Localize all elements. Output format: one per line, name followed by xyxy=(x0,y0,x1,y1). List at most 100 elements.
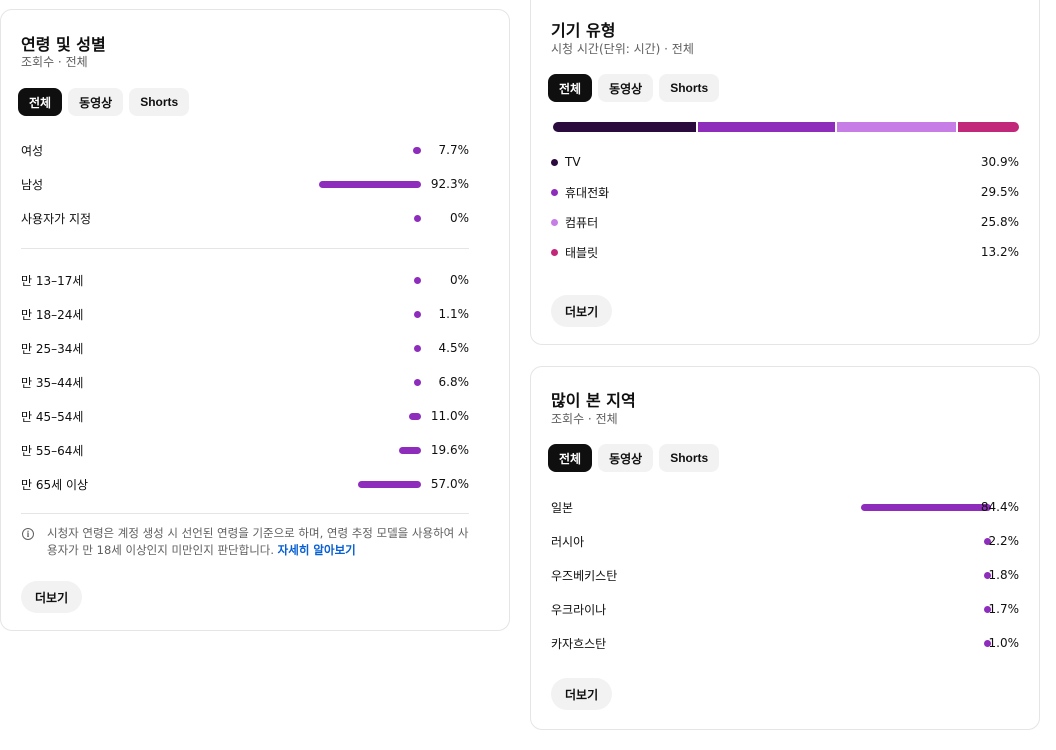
device-legend-row: TV 30.9% xyxy=(551,152,1019,172)
divider xyxy=(21,248,469,249)
list-row: 만 35–44세 6.8% xyxy=(21,372,469,392)
device-filter-chips: 전체 동영상 Shorts xyxy=(548,74,720,102)
chip-videos[interactable]: 동영상 xyxy=(68,88,124,116)
age-gender-title: 연령 및 성별 xyxy=(21,35,106,54)
row-value: 84.4% xyxy=(980,500,1019,514)
device-share-segment xyxy=(697,122,835,132)
region-more-button[interactable]: 더보기 xyxy=(551,678,613,710)
row-bar xyxy=(413,378,421,386)
list-row: 만 45–54세 11.0% xyxy=(21,406,469,426)
region-title: 많이 본 지역 xyxy=(551,391,636,410)
list-row: 만 18–24세 1.1% xyxy=(21,304,469,324)
device-type-card: 기기 유형 시청 시간(단위: 시간) · 전체 전체 동영상 Shorts T… xyxy=(530,0,1040,345)
list-row: 우크라이나 1.7% xyxy=(551,599,1019,619)
chip-all[interactable]: 전체 xyxy=(18,88,63,116)
chip-all-label: 전체 xyxy=(559,81,582,96)
list-row: 카자흐스탄 1.0% xyxy=(551,633,1019,653)
row-bar xyxy=(414,276,421,284)
row-label: 만 35–44세 xyxy=(21,375,84,390)
chip-shorts-label: Shorts xyxy=(140,95,179,109)
legend-dot-icon xyxy=(551,218,558,226)
device-label: TV xyxy=(565,155,581,169)
device-subtitle: 시청 시간(단위: 시간) · 전체 xyxy=(551,42,694,56)
chip-videos-label: 동영상 xyxy=(79,95,113,110)
row-bar xyxy=(414,214,421,222)
row-value: 0% xyxy=(449,273,469,287)
row-value: 19.6% xyxy=(430,443,469,457)
legend-dot-icon xyxy=(551,158,558,166)
row-label: 만 65세 이상 xyxy=(21,477,89,492)
row-label: 만 45–54세 xyxy=(21,409,84,424)
row-bar xyxy=(358,480,421,488)
row-value: 57.0% xyxy=(430,477,469,491)
list-row: 일본 84.4% xyxy=(551,497,1019,517)
chip-all-label: 전체 xyxy=(559,451,582,466)
chip-shorts[interactable]: Shorts xyxy=(659,74,720,102)
row-value: 1.8% xyxy=(988,568,1020,582)
row-label: 우즈베키스탄 xyxy=(551,568,618,583)
row-label: 만 18–24세 xyxy=(21,307,84,322)
row-bar xyxy=(414,310,421,318)
list-row: 러시아 2.2% xyxy=(551,531,1019,551)
device-value: 30.9% xyxy=(980,155,1019,169)
list-row: 우즈베키스탄 1.8% xyxy=(551,565,1019,585)
row-label: 카자흐스탄 xyxy=(551,636,607,651)
learn-more-link[interactable]: 자세히 알아보기 xyxy=(278,543,356,557)
device-value: 25.8% xyxy=(980,215,1019,229)
row-value: 92.3% xyxy=(430,177,469,191)
list-row: 여성 7.7% xyxy=(21,140,469,160)
chip-all[interactable]: 전체 xyxy=(548,74,593,102)
chip-shorts-label: Shorts xyxy=(670,451,709,465)
list-row: 만 55–64세 19.6% xyxy=(21,440,469,460)
chip-videos[interactable]: 동영상 xyxy=(598,444,654,472)
age-gender-card: 연령 및 성별 조회수 · 전체 전체 동영상 Shorts 여성 7.7% 남성 9… xyxy=(0,9,510,631)
info-icon: i xyxy=(22,528,34,540)
row-label: 만 25–34세 xyxy=(21,341,84,356)
device-share-segment xyxy=(957,122,1019,132)
row-bar xyxy=(319,180,421,188)
device-share-bar xyxy=(553,122,1019,132)
row-label: 남성 xyxy=(21,177,44,192)
chip-shorts[interactable]: Shorts xyxy=(659,444,720,472)
row-bar xyxy=(412,146,421,154)
list-row: 만 13–17세 0% xyxy=(21,270,469,290)
device-legend-row: 컴퓨터 25.8% xyxy=(551,212,1019,232)
chip-all[interactable]: 전체 xyxy=(548,444,593,472)
row-value: 6.8% xyxy=(438,375,470,389)
chip-all-label: 전체 xyxy=(29,95,52,110)
list-row: 남성 92.3% xyxy=(21,174,469,194)
list-row: 만 65세 이상 57.0% xyxy=(21,474,469,494)
device-title: 기기 유형 xyxy=(551,21,616,40)
row-value: 2.2% xyxy=(988,534,1020,548)
row-label: 일본 xyxy=(551,500,574,515)
row-value: 4.5% xyxy=(438,341,470,355)
row-value: 7.7% xyxy=(438,143,470,157)
row-bar xyxy=(861,503,991,511)
device-value: 13.2% xyxy=(980,245,1019,259)
region-filter-chips: 전체 동영상 Shorts xyxy=(548,444,720,472)
age-note-text: 시청자 연령은 계정 생성 시 선언된 연령을 기준으로 하며, 연령 추정 모… xyxy=(47,526,469,557)
device-legend-row: 휴대전화 29.5% xyxy=(551,182,1019,202)
chip-videos[interactable]: 동영상 xyxy=(598,74,654,102)
chip-videos-label: 동영상 xyxy=(609,81,643,96)
age-gender-filter-chips: 전체 동영상 Shorts xyxy=(18,88,190,116)
age-note: 시청자 연령은 계정 생성 시 선언된 연령을 기준으로 하며, 연령 추정 모… xyxy=(47,525,472,559)
device-legend-row: 태블릿 13.2% xyxy=(551,242,1019,262)
chip-videos-label: 동영상 xyxy=(609,451,643,466)
row-value: 1.0% xyxy=(988,636,1020,650)
row-label: 우크라이나 xyxy=(551,602,607,617)
row-value: 1.7% xyxy=(988,602,1020,616)
device-share-segment xyxy=(836,122,956,132)
row-label: 러시아 xyxy=(551,534,585,549)
age-more-button[interactable]: 더보기 xyxy=(21,581,83,613)
device-label: 컴퓨터 xyxy=(565,215,599,230)
row-bar xyxy=(414,344,421,352)
device-label: 태블릿 xyxy=(565,245,599,260)
row-label: 사용자가 지정 xyxy=(21,211,92,226)
device-share-segment xyxy=(553,122,696,132)
region-subtitle: 조회수 · 전체 xyxy=(551,412,618,426)
chip-shorts[interactable]: Shorts xyxy=(129,88,190,116)
device-more-button[interactable]: 더보기 xyxy=(551,295,613,327)
row-label: 만 13–17세 xyxy=(21,273,84,288)
chip-shorts-label: Shorts xyxy=(670,81,709,95)
